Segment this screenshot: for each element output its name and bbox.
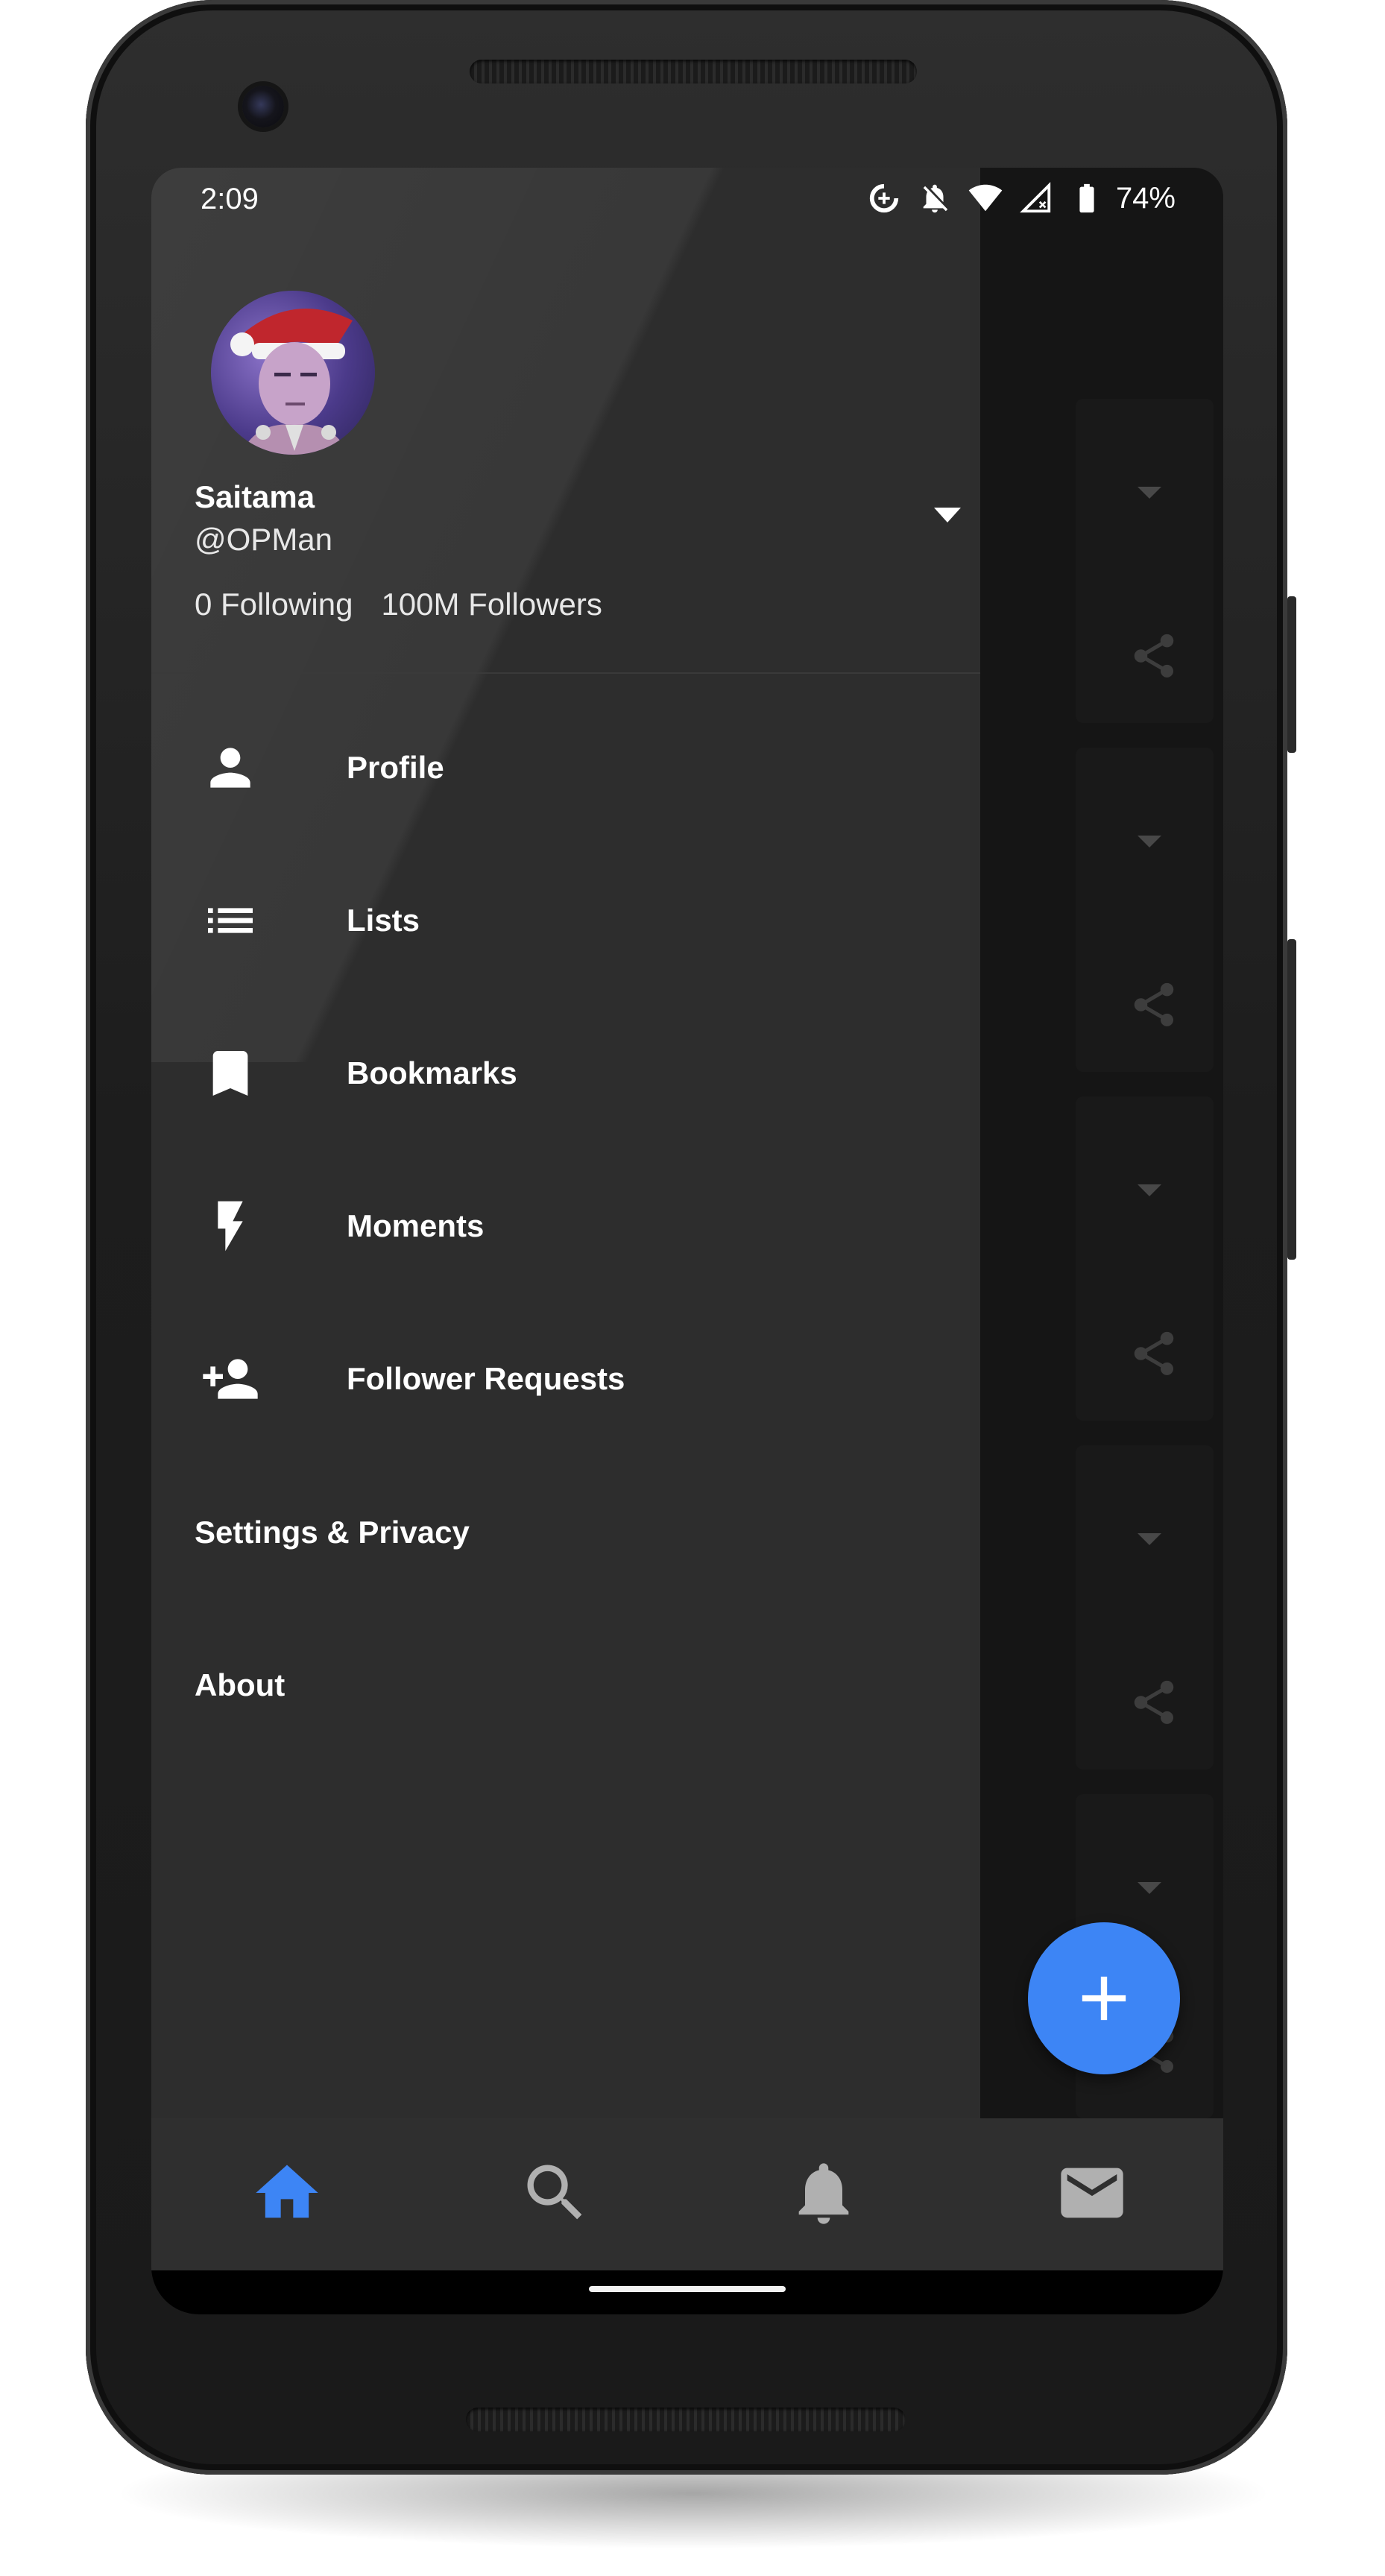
add-icon bbox=[1082, 1976, 1126, 2021]
bottom-navigation bbox=[151, 2118, 1223, 2270]
menu-item-label: Lists bbox=[347, 903, 420, 938]
person-icon bbox=[210, 748, 250, 788]
front-camera bbox=[242, 86, 284, 127]
mail-icon[interactable] bbox=[1055, 2156, 1129, 2230]
search-icon[interactable] bbox=[518, 2156, 593, 2230]
following-count[interactable]: 0 Following bbox=[195, 587, 353, 622]
status-icons: 74% bbox=[867, 181, 1176, 215]
no-signal-icon bbox=[1020, 182, 1051, 213]
battery-percent: 74% bbox=[1115, 181, 1176, 215]
avatar[interactable] bbox=[211, 291, 375, 455]
menu-item-bookmarks[interactable]: Bookmarks bbox=[151, 999, 980, 1148]
account-handle: @OPMan bbox=[195, 522, 333, 557]
gesture-area bbox=[151, 2270, 1223, 2314]
drawer-scrim[interactable] bbox=[980, 168, 1223, 2118]
bookmark-icon bbox=[212, 1051, 248, 1096]
drawer-header: Saitama @OPMan 0 Following 100M Follower… bbox=[151, 168, 980, 674]
menu-item-label: Bookmarks bbox=[347, 1055, 517, 1090]
menu-item-label: Profile bbox=[347, 750, 444, 785]
navigation-drawer: Saitama @OPMan 0 Following 100M Follower… bbox=[151, 168, 980, 2118]
account-switcher-caret-icon[interactable] bbox=[934, 508, 961, 523]
data-saver-icon bbox=[869, 183, 899, 213]
notifications-off-icon bbox=[923, 184, 948, 213]
bottom-speaker bbox=[466, 2408, 906, 2431]
menu-item-label: Follower Requests bbox=[347, 1361, 625, 1396]
battery-icon bbox=[1079, 183, 1094, 213]
status-time: 2:09 bbox=[201, 183, 259, 215]
menu-item-about[interactable]: About bbox=[195, 1667, 285, 1703]
followers-count[interactable]: 100M Followers bbox=[381, 587, 602, 622]
gesture-handle[interactable] bbox=[589, 2286, 786, 2292]
menu-item-lists[interactable]: Lists bbox=[151, 846, 980, 995]
menu-item-follower-requests[interactable]: Follower Requests bbox=[151, 1304, 980, 1453]
menu-item-profile[interactable]: Profile bbox=[151, 693, 980, 842]
screen: Saitama @OPMan 0 Following 100M Follower… bbox=[151, 168, 1223, 2314]
status-bar: 2:09 74% bbox=[151, 168, 1223, 235]
bell-icon[interactable] bbox=[786, 2156, 861, 2230]
account-name[interactable]: Saitama bbox=[195, 479, 315, 515]
list-icon bbox=[208, 908, 253, 933]
bolt-icon bbox=[218, 1201, 243, 1251]
wifi-icon bbox=[968, 184, 1003, 212]
menu-item-label: Moments bbox=[347, 1208, 485, 1243]
menu-item-moments[interactable]: Moments bbox=[151, 1152, 980, 1301]
follow-stats: 0 Following 100M Followers bbox=[195, 587, 602, 622]
power-button bbox=[1287, 596, 1296, 753]
person-add-icon bbox=[203, 1359, 258, 1399]
home-icon[interactable] bbox=[250, 2156, 324, 2230]
top-speaker bbox=[470, 60, 917, 83]
menu-item-settings-privacy[interactable]: Settings & Privacy bbox=[195, 1515, 470, 1550]
compose-fab[interactable] bbox=[1028, 1922, 1180, 2074]
avatar-image bbox=[230, 309, 353, 455]
volume-button bbox=[1287, 939, 1296, 1260]
